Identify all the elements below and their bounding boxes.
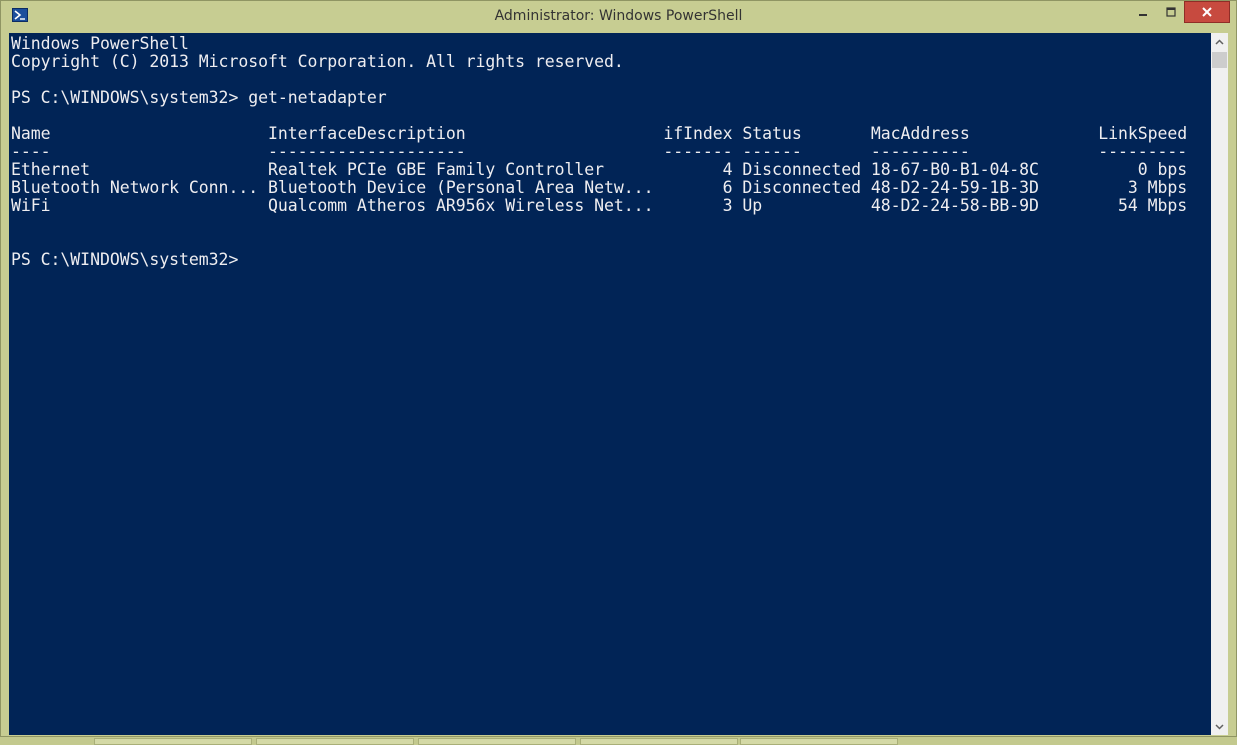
close-button[interactable] <box>1184 1 1230 23</box>
chevron-down-icon <box>1215 723 1224 730</box>
scroll-up-button[interactable] <box>1211 33 1228 50</box>
banner-line-1: Windows PowerShell <box>11 34 189 53</box>
table-row: Bluetooth Network Conn... Bluetooth Devi… <box>11 178 1188 197</box>
window-title: Administrator: Windows PowerShell <box>494 8 743 24</box>
vertical-scrollbar[interactable] <box>1211 33 1228 735</box>
taskbar-strip <box>0 737 1237 745</box>
taskbar-tab[interactable] <box>580 738 738 745</box>
scroll-down-button[interactable] <box>1211 718 1228 735</box>
maximize-icon <box>1165 7 1176 17</box>
table-separator: ---- -------------------- ------- ------… <box>11 142 1188 161</box>
console-output[interactable]: Windows PowerShell Copyright (C) 2013 Mi… <box>9 33 1211 735</box>
banner-line-2: Copyright (C) 2013 Microsoft Corporation… <box>11 52 624 71</box>
scroll-thumb[interactable] <box>1212 52 1227 68</box>
command-prompt: PS C:\WINDOWS\system32> get-netadapter <box>11 88 387 107</box>
taskbar-tab[interactable] <box>418 738 576 745</box>
maximize-button[interactable] <box>1157 1 1184 23</box>
minimize-button[interactable] <box>1129 1 1156 23</box>
taskbar-tab[interactable] <box>740 738 898 745</box>
table-row: Ethernet Realtek PCIe GBE Family Control… <box>11 160 1188 179</box>
powershell-window: Administrator: Windows PowerShell Window… <box>0 0 1237 737</box>
table-header: Name InterfaceDescription ifIndex Status… <box>11 124 1188 143</box>
current-prompt: PS C:\WINDOWS\system32> <box>11 250 239 269</box>
taskbar-tab[interactable] <box>256 738 414 745</box>
minimize-icon <box>1138 14 1147 16</box>
title-bar[interactable]: Administrator: Windows PowerShell <box>1 1 1236 33</box>
table-row: WiFi Qualcomm Atheros AR956x Wireless Ne… <box>11 196 1188 215</box>
close-icon <box>1202 7 1212 17</box>
chevron-up-icon <box>1215 38 1224 45</box>
taskbar-tab[interactable] <box>94 738 252 745</box>
console-text: Windows PowerShell Copyright (C) 2013 Mi… <box>11 35 1187 269</box>
